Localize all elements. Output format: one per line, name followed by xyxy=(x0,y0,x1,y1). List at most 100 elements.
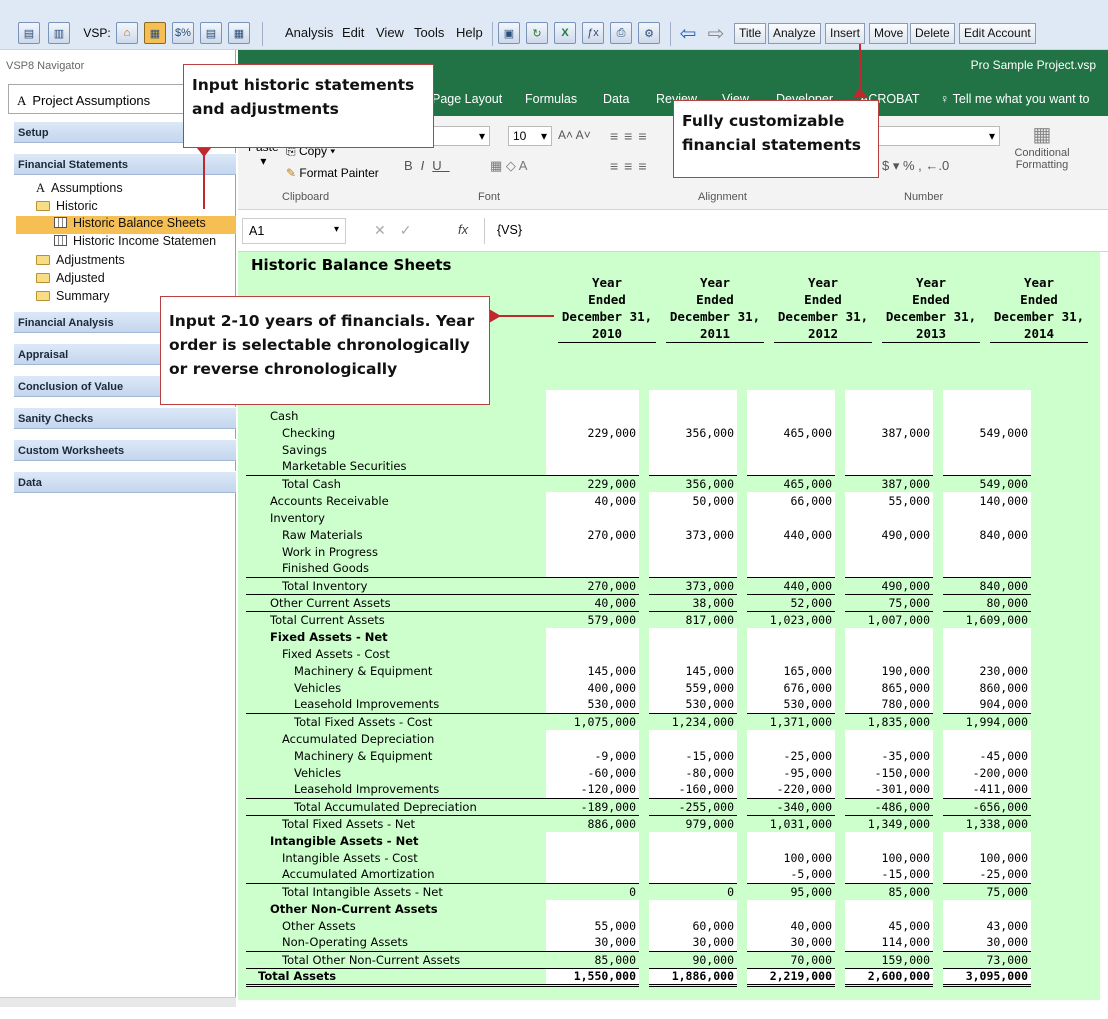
cell-value[interactable]: -120,000 xyxy=(546,781,649,798)
cell-value[interactable]: 530,000 xyxy=(546,696,649,713)
cell-value[interactable]: 530,000 xyxy=(742,696,845,713)
cell-value[interactable]: 490,000 xyxy=(840,576,943,594)
row-label[interactable]: Total Accumulated Depreciation xyxy=(246,797,546,815)
cell-value[interactable]: 140,000 xyxy=(938,492,1041,509)
cell-value[interactable]: -340,000 xyxy=(742,797,845,815)
cell-value[interactable]: 1,338,000 xyxy=(938,814,1041,832)
cell-value[interactable] xyxy=(938,441,1041,458)
cell-value[interactable]: 440,000 xyxy=(742,526,845,543)
delete-button[interactable]: Delete xyxy=(910,23,955,44)
cell-value[interactable]: -189,000 xyxy=(546,797,649,815)
cell-value[interactable]: 30,000 xyxy=(644,934,747,951)
cell-value[interactable]: -301,000 xyxy=(840,781,943,798)
nav-section-data[interactable]: Data xyxy=(14,471,236,493)
cell-value[interactable] xyxy=(546,730,649,747)
cell-value[interactable] xyxy=(644,832,747,849)
cell-value[interactable]: -35,000 xyxy=(840,747,943,764)
row-label[interactable]: Accumulated Depreciation xyxy=(246,730,546,747)
cell-value[interactable]: 52,000 xyxy=(742,593,845,611)
cell-value[interactable]: 145,000 xyxy=(546,662,649,679)
cell-value[interactable]: -9,000 xyxy=(546,747,649,764)
nav-section-sanity-checks[interactable]: Sanity Checks xyxy=(14,407,236,429)
row-label[interactable]: Total Fixed Assets - Cost xyxy=(246,712,546,730)
row-label[interactable]: Cash xyxy=(246,407,546,424)
cell-value[interactable]: 559,000 xyxy=(644,679,747,696)
row-label[interactable]: Fixed Assets - Net xyxy=(246,628,546,645)
row-label[interactable]: Leasehold Improvements xyxy=(246,781,546,798)
cell-value[interactable]: 60,000 xyxy=(644,917,747,934)
nav-section-custom-worksheets[interactable]: Custom Worksheets xyxy=(14,439,236,461)
back-arrow-icon[interactable]: ⇦ xyxy=(676,22,700,45)
cell-value[interactable]: 1,835,000 xyxy=(840,712,943,730)
cell-value[interactable] xyxy=(546,543,649,560)
number-format-select[interactable]: ▾ xyxy=(872,126,1000,146)
cell-value[interactable]: 865,000 xyxy=(840,679,943,696)
save-icon[interactable]: ▣ xyxy=(498,22,520,44)
edit-account-button[interactable]: Edit Account xyxy=(959,23,1036,44)
cell-value[interactable] xyxy=(938,900,1041,917)
refresh-icon[interactable]: ↻ xyxy=(526,22,548,44)
ratio-icon[interactable]: $% xyxy=(172,22,194,44)
row-label[interactable]: Vehicles xyxy=(246,679,546,696)
cell-value[interactable]: 40,000 xyxy=(742,917,845,934)
cell-value[interactable]: 40,000 xyxy=(546,593,649,611)
cell-value[interactable] xyxy=(742,441,845,458)
cell-value[interactable]: -486,000 xyxy=(840,797,943,815)
tree-item-adjusted[interactable]: Adjusted xyxy=(36,271,105,285)
cell-value[interactable] xyxy=(742,458,845,475)
row-label[interactable]: Intangible Assets - Cost xyxy=(246,849,546,866)
cell-value[interactable]: 85,000 xyxy=(546,950,649,968)
row-label[interactable]: Finished Goods xyxy=(246,560,546,577)
cell-value[interactable] xyxy=(644,390,747,407)
cell-value[interactable]: 387,000 xyxy=(840,424,943,441)
cell-value[interactable]: 159,000 xyxy=(840,950,943,968)
percent-button[interactable]: $ ▾ % , ←.0 xyxy=(882,158,949,174)
cell-value[interactable]: -80,000 xyxy=(644,764,747,781)
format-painter-button[interactable]: ✎ Format Painter xyxy=(286,166,379,180)
cell-value[interactable]: -25,000 xyxy=(742,747,845,764)
cell-value[interactable]: 387,000 xyxy=(840,474,943,492)
cell-value[interactable] xyxy=(644,560,747,577)
cell-value[interactable]: 1,349,000 xyxy=(840,814,943,832)
cell-value[interactable] xyxy=(644,900,747,917)
cell-value[interactable] xyxy=(840,458,943,475)
cell-value[interactable]: 840,000 xyxy=(938,526,1041,543)
cell-value[interactable] xyxy=(742,628,845,645)
cell-value[interactable] xyxy=(546,390,649,407)
row-label[interactable]: Total Assets xyxy=(246,967,546,987)
cell-value[interactable]: -255,000 xyxy=(644,797,747,815)
cell-value[interactable]: 1,075,000 xyxy=(546,712,649,730)
cell-value[interactable]: -5,000 xyxy=(742,866,845,883)
cell-value[interactable] xyxy=(546,628,649,645)
cell-value[interactable]: 400,000 xyxy=(546,679,649,696)
cell-value[interactable] xyxy=(938,832,1041,849)
cell-value[interactable] xyxy=(840,441,943,458)
cell-value[interactable]: -45,000 xyxy=(938,747,1041,764)
cell-value[interactable] xyxy=(742,645,845,662)
print-icon[interactable]: ⎙ xyxy=(610,22,632,44)
cell-value[interactable]: 356,000 xyxy=(644,424,747,441)
cell-value[interactable] xyxy=(546,560,649,577)
row-label[interactable]: Machinery & Equipment xyxy=(246,747,546,764)
formula-input[interactable]: {VS} xyxy=(484,218,1104,244)
cell-value[interactable]: 356,000 xyxy=(644,474,747,492)
border-fill-color-icons[interactable]: ▦ ◇ A xyxy=(490,158,527,174)
cell-value[interactable] xyxy=(840,560,943,577)
cell-value[interactable]: 817,000 xyxy=(644,610,747,628)
cell-value[interactable]: 0 xyxy=(546,882,649,900)
cell-value[interactable]: 70,000 xyxy=(742,950,845,968)
cell-value[interactable] xyxy=(644,407,747,424)
cell-value[interactable]: 55,000 xyxy=(840,492,943,509)
cell-value[interactable] xyxy=(742,832,845,849)
cell-value[interactable]: 2,219,000 xyxy=(742,967,845,987)
row-label[interactable]: Checking xyxy=(246,424,546,441)
row-label[interactable]: Accounts Receivable xyxy=(246,492,546,509)
cell-value[interactable]: 1,994,000 xyxy=(938,712,1041,730)
row-label[interactable]: Inventory xyxy=(246,509,546,526)
cell-value[interactable]: 1,234,000 xyxy=(644,712,747,730)
cell-value[interactable]: -220,000 xyxy=(742,781,845,798)
tree-item-assumptions[interactable]: A Assumptions xyxy=(36,181,123,196)
cell-value[interactable]: 860,000 xyxy=(938,679,1041,696)
cell-value[interactable]: 904,000 xyxy=(938,696,1041,713)
cell-value[interactable]: 465,000 xyxy=(742,424,845,441)
